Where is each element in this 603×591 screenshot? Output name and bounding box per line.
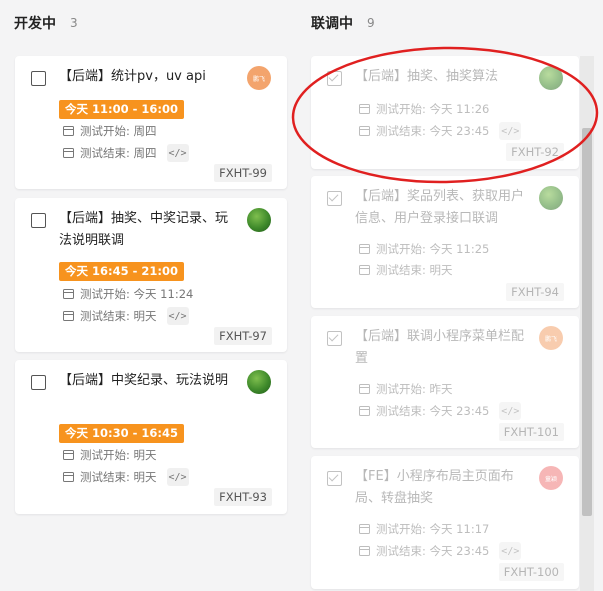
calendar-icon (63, 148, 74, 158)
column-title: 开发中 (14, 16, 56, 32)
task-card[interactable]: 【后端】统计pv，uv api 鹏飞 今天 11:00 - 16:00 测试开始… (15, 56, 287, 189)
calendar-icon (359, 524, 370, 534)
task-card[interactable]: 【后端】抽奖、中奖记录、玩法说明联调 今天 16:45 - 21:00 测试开始… (15, 198, 287, 352)
checkbox-icon[interactable] (31, 213, 46, 228)
test-start: 测试开始: 今天 11:17 (359, 521, 489, 537)
avatar[interactable]: 童颖 (539, 466, 563, 490)
ticket-id[interactable]: FXHT-93 (214, 488, 272, 506)
test-start-text: 测试开始: 今天 11:25 (376, 242, 490, 256)
test-start-text: 测试开始: 今天 11:24 (80, 287, 194, 301)
checkbox-icon[interactable] (327, 331, 342, 346)
task-title[interactable]: 【后端】联调小程序菜单栏配置 (355, 326, 531, 370)
column-in-development: 开发中 3 【后端】统计pv，uv api 鹏飞 今天 11:00 - 16:0… (14, 0, 288, 514)
test-end-text: 测试结束: 明天 (376, 263, 453, 277)
test-end: 测试结束: 明天 </> (63, 468, 189, 486)
calendar-icon (359, 244, 370, 254)
test-end-text: 测试结束: 明天 (80, 309, 157, 323)
avatar-text: 鹏飞 (252, 75, 265, 83)
code-icon[interactable]: </> (499, 402, 522, 420)
checkbox-icon[interactable] (327, 191, 342, 206)
column-count: 9 (367, 16, 375, 30)
calendar-icon (359, 384, 370, 394)
calendar-icon (63, 126, 74, 136)
ticket-id[interactable]: FXHT-94 (506, 283, 564, 301)
calendar-icon (63, 289, 74, 299)
ticket-id[interactable]: FXHT-99 (214, 164, 272, 182)
test-start: 测试开始: 明天 (63, 447, 157, 463)
code-icon[interactable]: </> (166, 144, 189, 162)
task-title[interactable]: 【FE】小程序布局主页面布局、转盘抽奖 (355, 466, 531, 510)
task-card[interactable]: 【后端】联调小程序菜单栏配置 鹏飞 测试开始: 昨天 测试结束: 今天 23:4… (311, 316, 579, 448)
test-start-text: 测试开始: 明天 (80, 448, 157, 462)
calendar-icon (63, 472, 74, 482)
task-title[interactable]: 【后端】中奖纪录、玩法说明 (59, 370, 235, 392)
calendar-icon (359, 406, 370, 416)
avatar-text: 童颖 (544, 475, 557, 483)
test-end-text: 测试结束: 今天 23:45 (376, 544, 490, 558)
task-card[interactable]: 【FE】小程序布局主页面布局、转盘抽奖 童颖 测试开始: 今天 11:17 测试… (311, 456, 579, 589)
ticket-id[interactable]: FXHT-101 (498, 423, 564, 441)
task-card[interactable]: 【后端】奖品列表、获取用户信息、用户登录接口联调 测试开始: 今天 11:25 … (311, 176, 579, 308)
checkbox-icon[interactable] (31, 71, 46, 86)
code-icon[interactable]: </> (499, 542, 522, 560)
task-title[interactable]: 【后端】统计pv，uv api (59, 66, 235, 88)
avatar[interactable]: 鹏飞 (539, 326, 563, 350)
test-end-text: 测试结束: 明天 (80, 470, 157, 484)
test-end: 测试结束: 今天 23:45 </> (359, 542, 522, 560)
code-icon[interactable]: </> (166, 307, 189, 325)
column-count: 3 (70, 16, 78, 30)
checkbox-icon[interactable] (31, 375, 46, 390)
ticket-id[interactable]: FXHT-97 (214, 327, 272, 345)
avatar-text: 鹏飞 (544, 335, 557, 343)
test-start-text: 测试开始: 今天 11:17 (376, 522, 490, 536)
column-title: 联调中 (311, 16, 353, 32)
avatar[interactable] (247, 370, 271, 394)
checkbox-icon[interactable] (327, 471, 342, 486)
column-header: 联调中 9 (311, 0, 579, 46)
code-icon[interactable]: </> (166, 468, 189, 486)
calendar-icon (359, 265, 370, 275)
annotation-ellipse (291, 46, 599, 184)
time-badge: 今天 10:30 - 16:45 (59, 424, 184, 443)
test-end-text: 测试结束: 今天 23:45 (376, 404, 490, 418)
task-title[interactable]: 【后端】奖品列表、获取用户信息、用户登录接口联调 (355, 186, 531, 230)
task-card[interactable]: 【后端】中奖纪录、玩法说明 今天 10:30 - 16:45 测试开始: 明天 … (15, 360, 287, 514)
test-end: 测试结束: 今天 23:45 </> (359, 402, 522, 420)
test-start: 测试开始: 昨天 (359, 381, 453, 397)
ticket-id[interactable]: FXHT-100 (498, 563, 564, 581)
test-start: 测试开始: 今天 11:25 (359, 241, 489, 257)
column-in-integration: 联调中 9 【后端】抽奖、抽奖算法 测试开始: 今天 11:26 测试结束: 今… (311, 0, 579, 589)
test-start: 测试开始: 今天 11:24 (63, 286, 193, 302)
calendar-icon (63, 311, 74, 321)
test-start: 测试开始: 周四 (63, 123, 157, 139)
avatar[interactable] (247, 208, 271, 232)
test-end: 测试结束: 周四 </> (63, 144, 189, 162)
calendar-icon (63, 450, 74, 460)
time-badge: 今天 16:45 - 21:00 (59, 262, 184, 281)
test-start-text: 测试开始: 昨天 (376, 382, 453, 396)
avatar[interactable] (539, 186, 563, 210)
test-start-text: 测试开始: 周四 (80, 124, 157, 138)
test-end: 测试结束: 明天 </> (63, 307, 189, 325)
test-end-text: 测试结束: 周四 (80, 146, 157, 160)
column-header: 开发中 3 (14, 0, 288, 46)
task-title[interactable]: 【后端】抽奖、中奖记录、玩法说明联调 (59, 208, 235, 252)
time-badge: 今天 11:00 - 16:00 (59, 100, 184, 119)
test-end: 测试结束: 明天 (359, 262, 453, 278)
calendar-icon (359, 546, 370, 556)
avatar[interactable]: 鹏飞 (247, 66, 271, 90)
